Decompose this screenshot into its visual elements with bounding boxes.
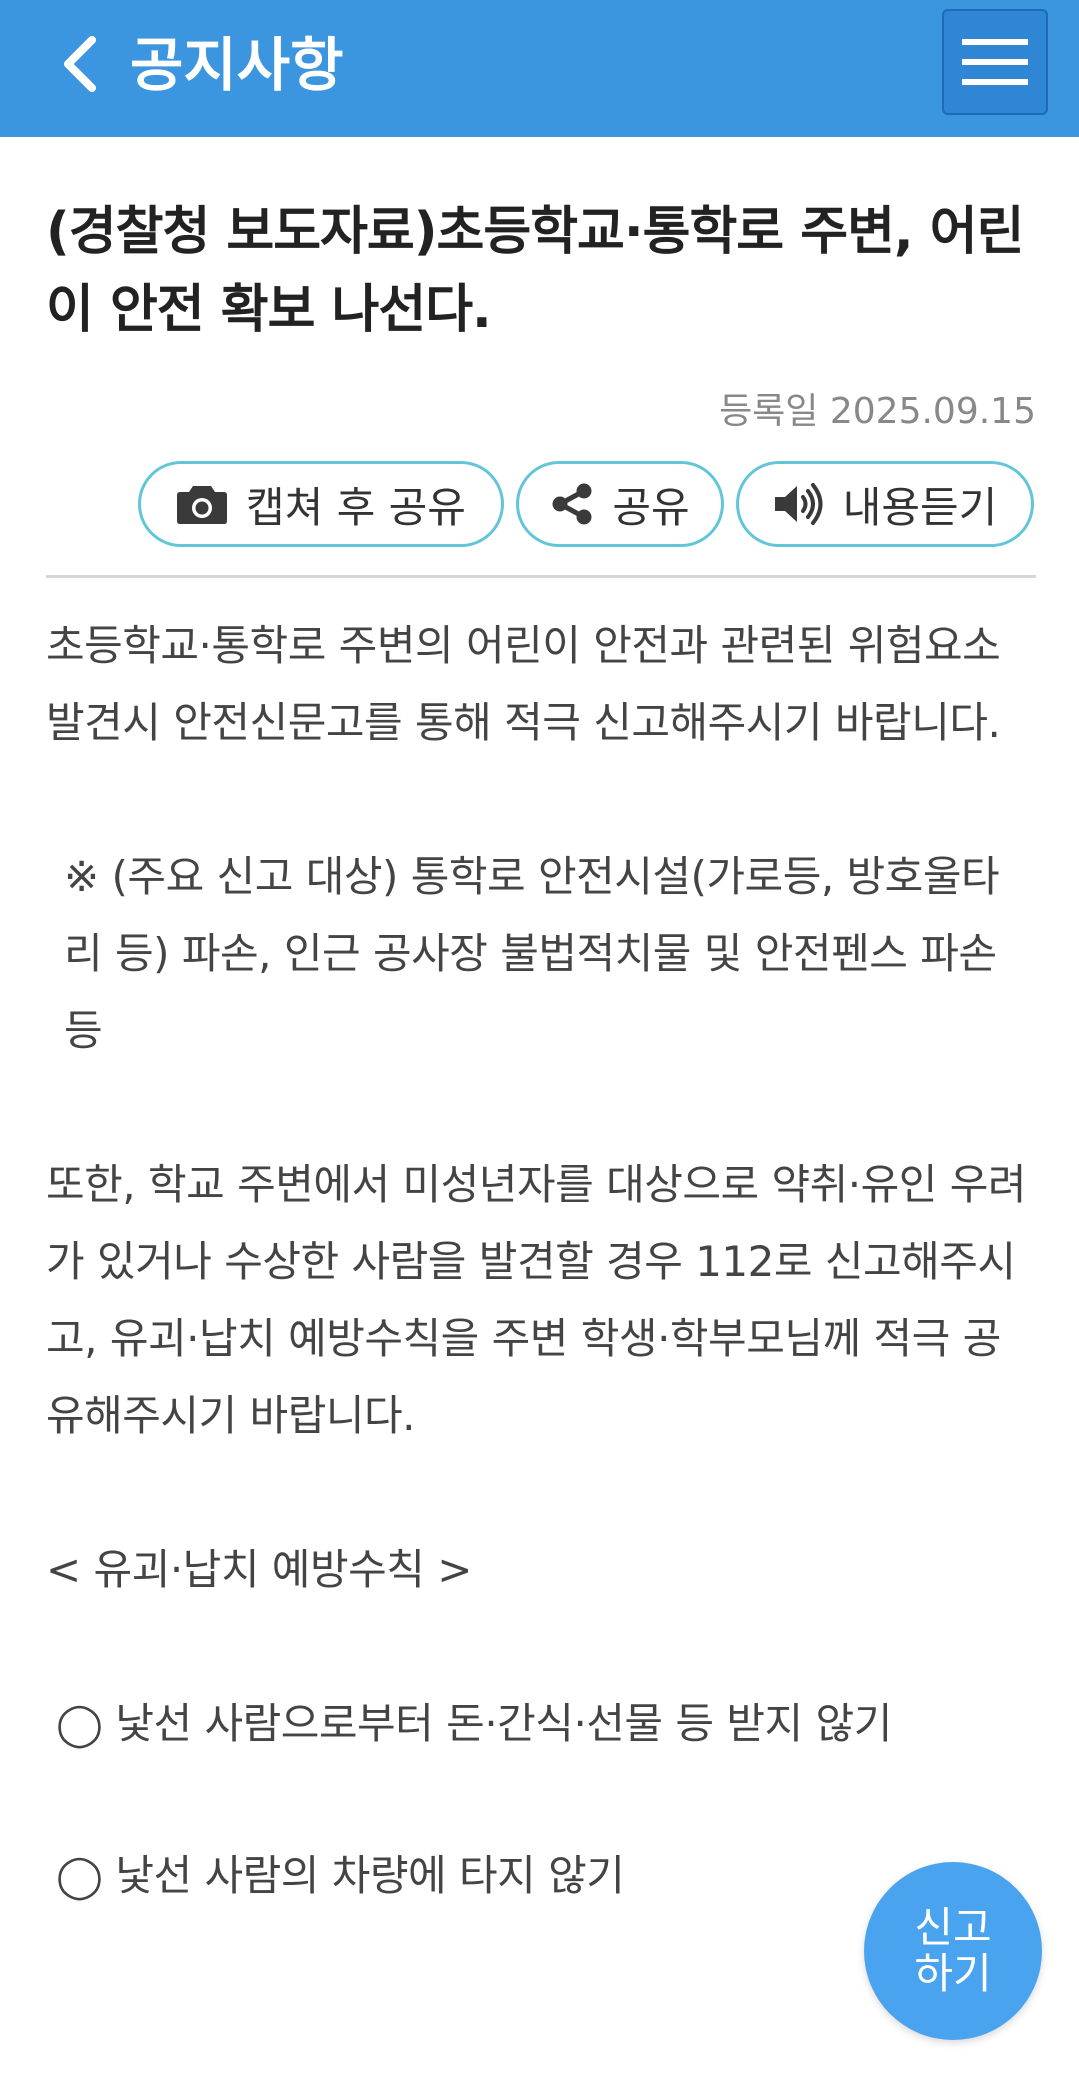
listen-label: 내용듣기 xyxy=(842,482,998,532)
chevron-left-icon xyxy=(64,36,96,92)
share-button[interactable]: 공유 xyxy=(516,461,724,547)
report-button[interactable]: 신고 하기 xyxy=(864,1862,1042,2040)
page-title: 공지사항 xyxy=(130,31,344,99)
body-paragraph: 초등학교·통학로 주변의 어린이 안전과 관련된 위험요소 발견시 안전신문고를… xyxy=(46,621,1001,747)
menu-button[interactable] xyxy=(942,9,1048,115)
share-icon xyxy=(550,482,594,526)
body-paragraph: < 유괴·납치 예방수칙 > xyxy=(46,1545,472,1594)
back-button[interactable] xyxy=(40,24,120,104)
article-title: (경찰청 보도자료)초등학교·통학로 주변, 어린이 안전 확보 나선다. xyxy=(46,202,1024,340)
listen-button[interactable]: 내용듣기 xyxy=(736,461,1034,547)
capture-share-label: 캡쳐 후 공유 xyxy=(246,482,466,532)
share-label: 공유 xyxy=(612,482,690,532)
article-body: 초등학교·통학로 주변의 어린이 안전과 관련된 위험요소 발견시 안전신문고를… xyxy=(46,607,1036,1914)
body-paragraph: 또한, 학교 주변에서 미성년자를 대상으로 약취·유인 우려가 있거나 수상한… xyxy=(46,1160,1027,1440)
app-header: 공지사항 xyxy=(0,0,1079,137)
article: (경찰청 보도자료)초등학교·통학로 주변, 어린이 안전 확보 나선다. 등록… xyxy=(46,137,1036,1900)
hamburger-menu-icon xyxy=(962,39,1028,85)
article-date: 등록일 2025.09.15 xyxy=(719,391,1036,432)
report-button-line1: 신고 xyxy=(914,1903,992,1952)
report-button-line2: 하기 xyxy=(914,1949,992,1998)
capture-share-button[interactable]: 캡쳐 후 공유 xyxy=(138,461,504,547)
article-actions: 캡쳐 후 공유 공유 내용듣기 xyxy=(138,461,1034,547)
camera-icon xyxy=(176,483,228,525)
speaker-icon xyxy=(773,483,825,525)
body-paragraph: ※ (주요 신고 대상) 통학로 안전시설(가로등, 방호울타리 등) 파손, … xyxy=(64,852,1000,1055)
report-button-label: 신고 하기 xyxy=(914,1905,991,1997)
body-paragraph: ◯ 낯선 사람으로부터 돈·간식·선물 등 받지 않기 xyxy=(56,1699,892,1748)
divider xyxy=(46,575,1036,578)
